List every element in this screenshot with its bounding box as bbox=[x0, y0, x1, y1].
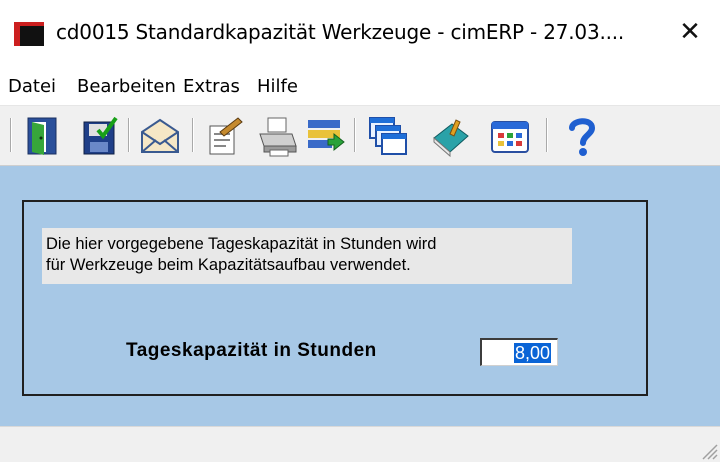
form-area: Die hier vorgegebene Tageskapazität in S… bbox=[0, 166, 720, 426]
tageskapazitaet-input[interactable]: 8,00 bbox=[480, 338, 558, 366]
menu-hilfe[interactable]: Hilfe bbox=[257, 76, 298, 97]
edit-document-icon[interactable] bbox=[202, 114, 246, 158]
print-icon[interactable] bbox=[256, 114, 300, 158]
save-icon[interactable] bbox=[76, 114, 120, 158]
transfer-icon[interactable] bbox=[304, 114, 348, 158]
exit-door-icon[interactable] bbox=[20, 114, 64, 158]
app-icon[interactable] bbox=[14, 22, 44, 46]
window-title: cd0015 Standardkapazität Werkzeuge - cim… bbox=[56, 20, 625, 44]
info-text-line-1: Die hier vorgegebene Tageskapazität in S… bbox=[46, 235, 437, 253]
form-frame: Die hier vorgegebene Tageskapazität in S… bbox=[22, 200, 648, 396]
menu-extras[interactable]: Extras bbox=[183, 76, 240, 97]
calendar-icon[interactable] bbox=[488, 114, 532, 158]
info-text-line-2: für Werkzeuge beim Kapazitätsaufbau verw… bbox=[46, 256, 411, 274]
help-icon[interactable] bbox=[560, 114, 604, 158]
mail-icon[interactable] bbox=[138, 114, 182, 158]
menu-bearbeiten[interactable]: Bearbeiten bbox=[77, 76, 176, 97]
status-bar bbox=[0, 426, 720, 462]
resize-grip-icon[interactable] bbox=[698, 440, 718, 460]
toolbar bbox=[0, 106, 720, 166]
book-icon[interactable] bbox=[428, 114, 472, 158]
windows-icon[interactable] bbox=[366, 114, 410, 158]
tageskapazitaet-label: Tageskapazität in Stunden bbox=[126, 340, 377, 361]
menu-bar: Datei Bearbeiten Extras Hilfe bbox=[0, 66, 720, 106]
tageskapazitaet-value[interactable]: 8,00 bbox=[513, 343, 551, 363]
info-text-box: Die hier vorgegebene Tageskapazität in S… bbox=[42, 228, 572, 284]
close-button[interactable]: ✕ bbox=[672, 14, 708, 50]
menu-datei[interactable]: Datei bbox=[8, 76, 56, 97]
title-bar: cd0015 Standardkapazität Werkzeuge - cim… bbox=[0, 0, 720, 66]
